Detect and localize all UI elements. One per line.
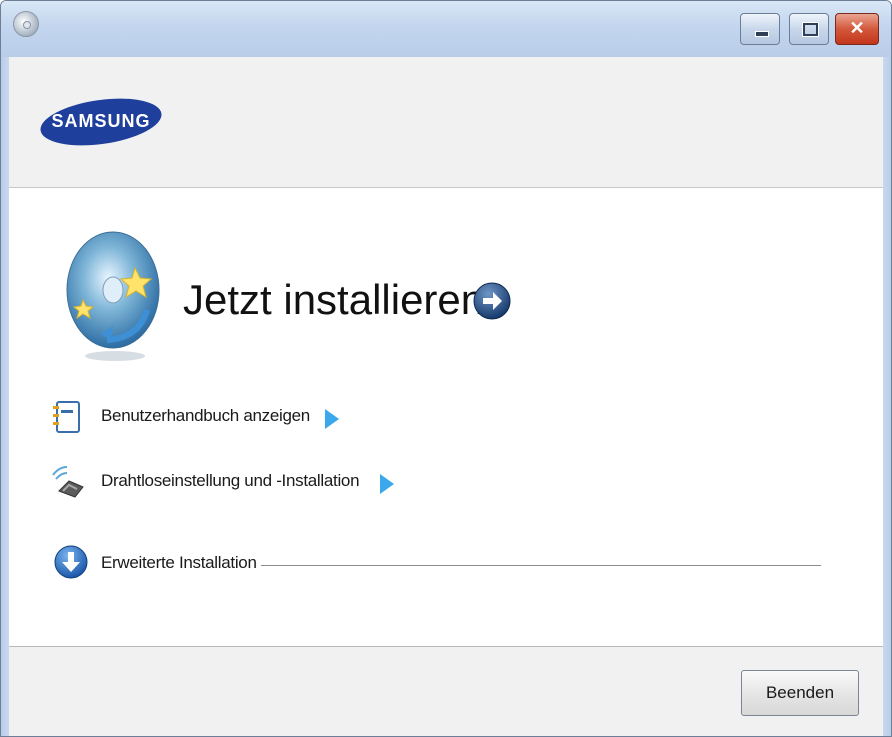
- footer-bar: Beenden: [9, 646, 883, 736]
- title-bar[interactable]: ✕: [1, 1, 891, 57]
- maximize-button[interactable]: [789, 13, 829, 45]
- close-button[interactable]: ✕: [835, 13, 879, 45]
- header-banner: SAMSUNG: [9, 57, 883, 188]
- manual-book-icon: [47, 396, 87, 436]
- brand-text: SAMSUNG: [51, 111, 151, 131]
- play-arrow-icon[interactable]: [380, 474, 394, 494]
- user-manual-label[interactable]: Benutzerhandbuch anzeigen: [101, 406, 310, 426]
- section-divider: [261, 565, 821, 566]
- wireless-printer-icon: [47, 461, 87, 501]
- wireless-setup-label[interactable]: Drahtloseinstellung und -Installation: [101, 471, 360, 491]
- samsung-logo: SAMSUNG: [39, 93, 163, 151]
- arrow-down-circle-icon[interactable]: [53, 544, 89, 580]
- install-now-link[interactable]: Jetzt installieren: [183, 276, 484, 324]
- installer-window: ✕ SAMSUNG Jetzt installieren Benutzerhan…: [0, 0, 892, 737]
- window-frame-left: [1, 57, 9, 736]
- play-arrow-icon[interactable]: [325, 409, 339, 429]
- arrow-right-circle-icon[interactable]: [472, 281, 512, 321]
- finish-button[interactable]: Beenden: [741, 670, 859, 716]
- advanced-installation-label[interactable]: Erweiterte Installation: [101, 553, 257, 573]
- advanced-installation-section[interactable]: Erweiterte Installation: [53, 544, 833, 580]
- minimize-button[interactable]: [740, 13, 780, 45]
- window-frame-right: [883, 57, 891, 736]
- install-disc-icon[interactable]: [65, 230, 169, 362]
- main-content: Jetzt installieren Benutzerhandbuch anze…: [9, 188, 883, 646]
- disc-icon: [13, 11, 39, 37]
- close-icon: ✕: [849, 18, 865, 38]
